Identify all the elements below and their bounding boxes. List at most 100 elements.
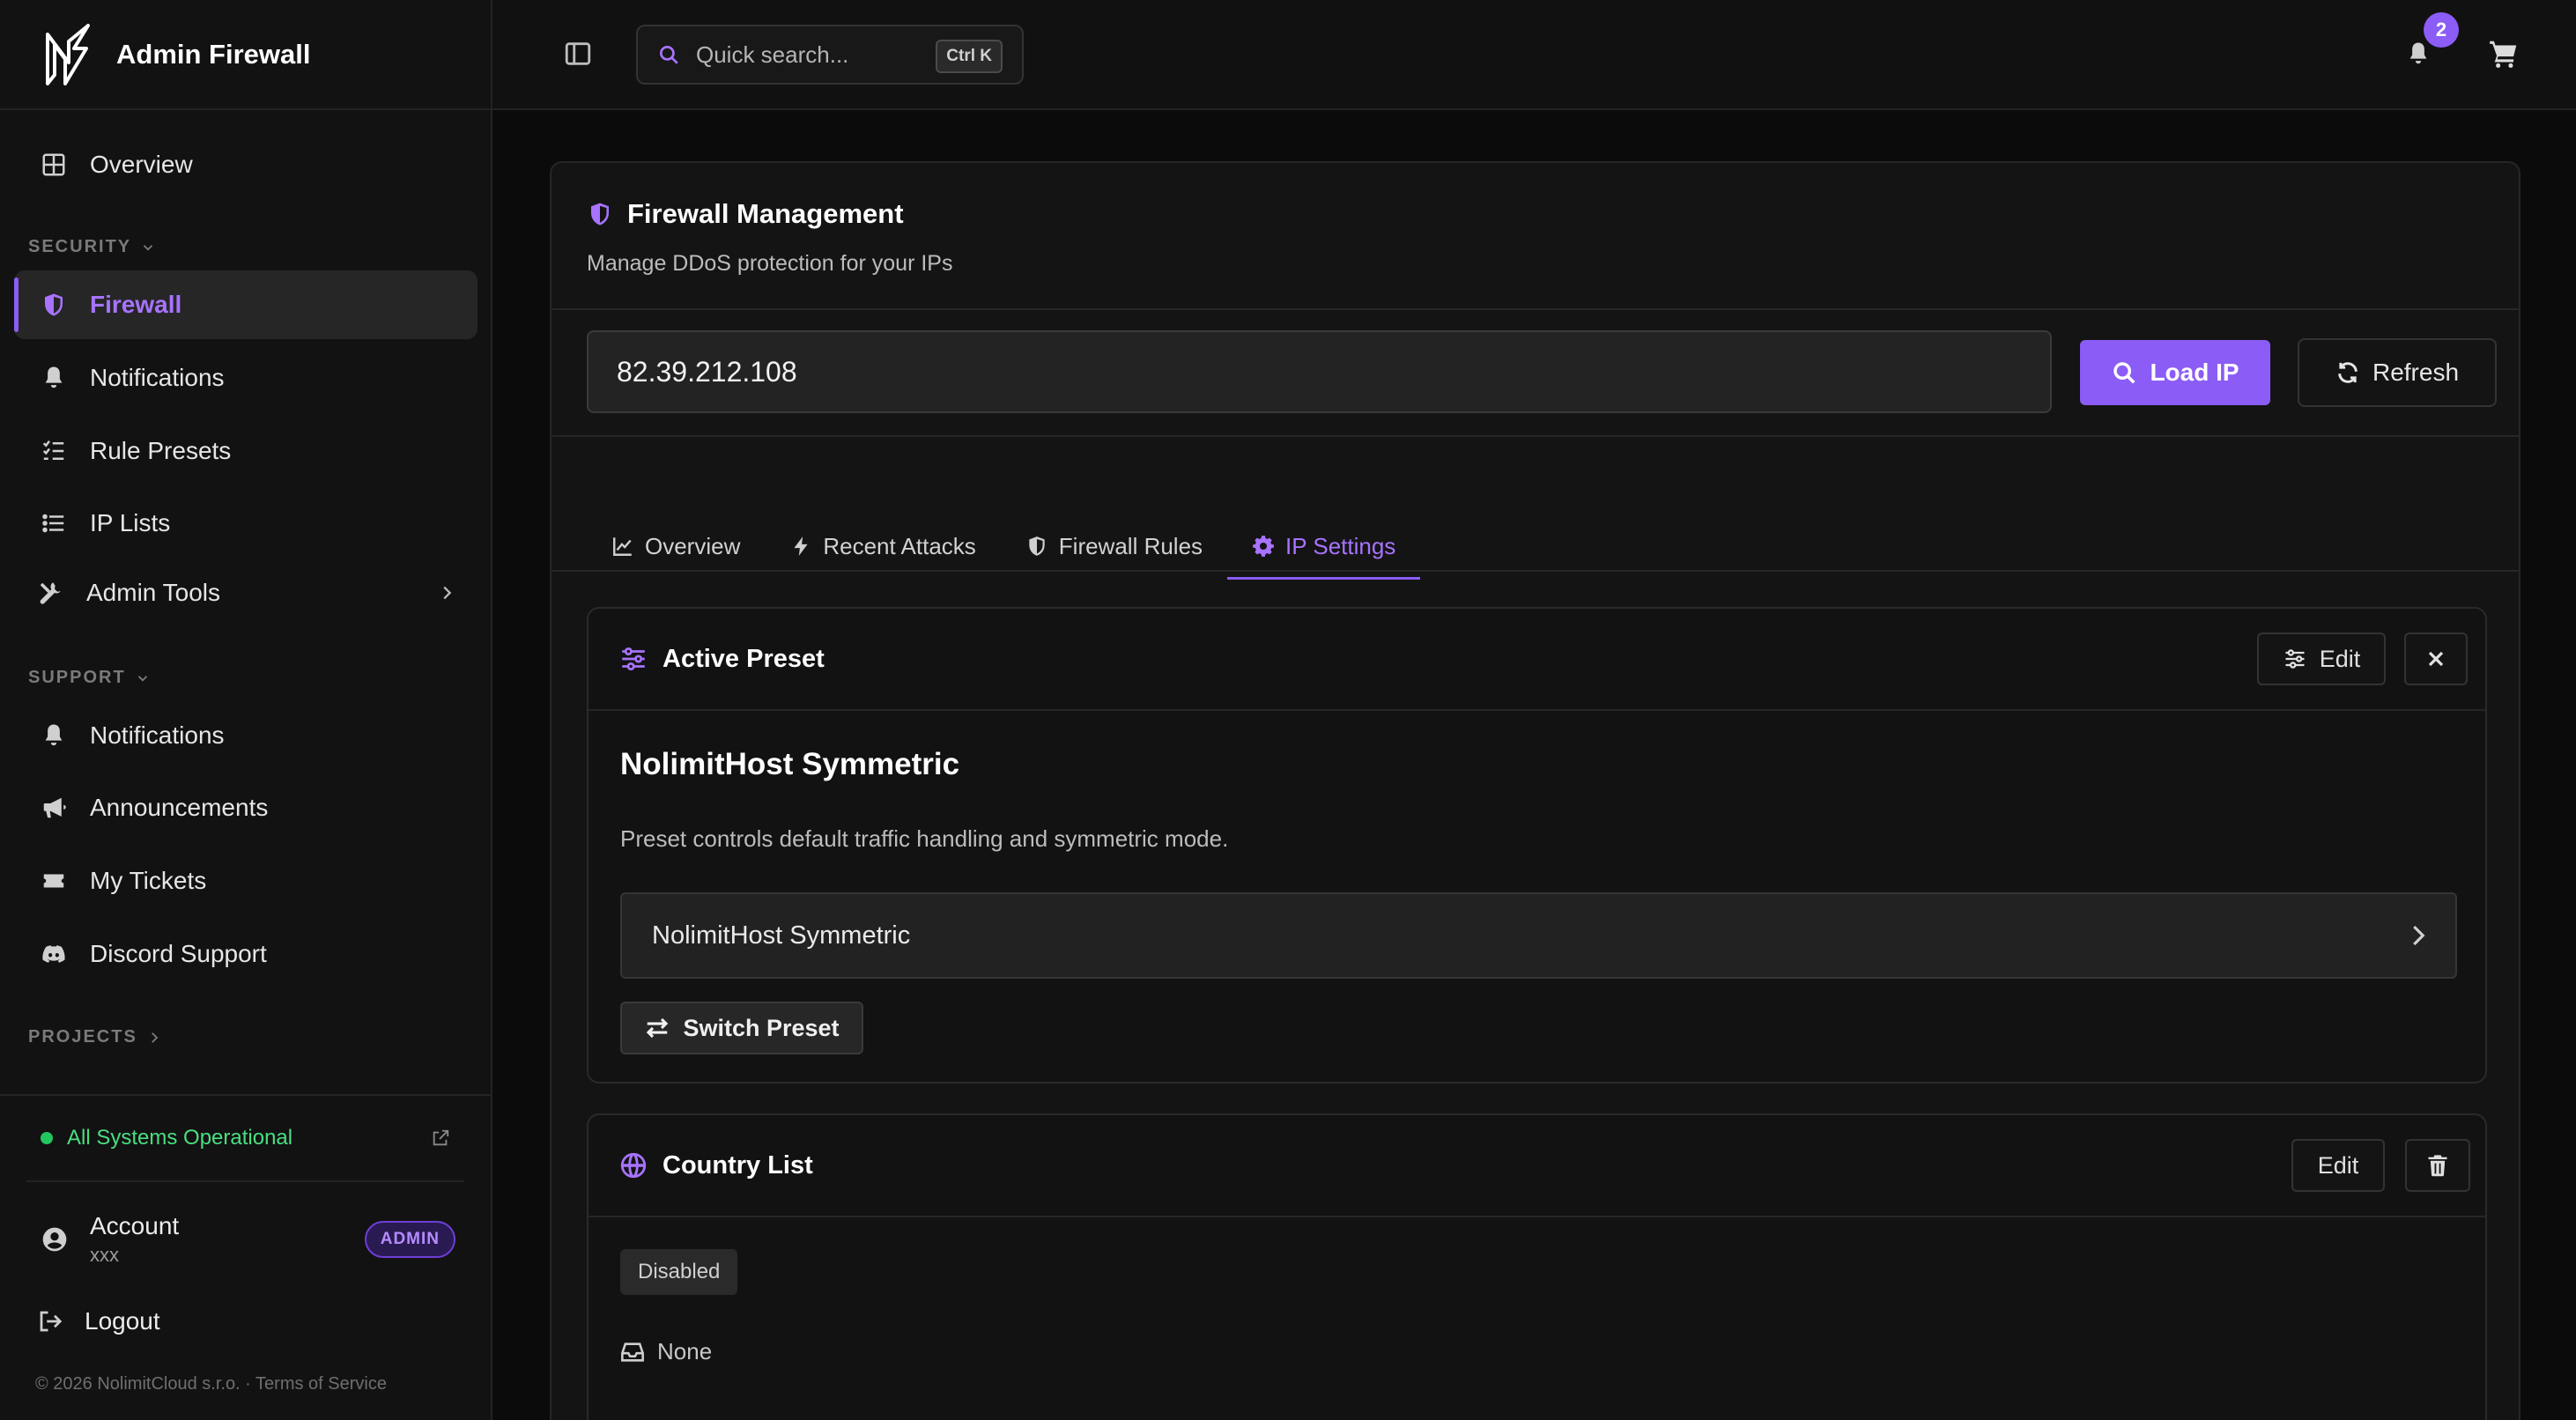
account-sub: xxx — [90, 1244, 119, 1266]
status-text: All Systems Operational — [67, 1126, 293, 1150]
ip-input[interactable] — [587, 330, 2052, 413]
bell-icon[interactable] — [2405, 41, 2432, 67]
external-link-icon — [433, 1129, 449, 1146]
brand-logo-icon — [46, 23, 90, 85]
account[interactable]: Account xxx ADMIN — [41, 1209, 455, 1270]
chevron-right-icon — [2413, 925, 2425, 946]
section-label: SECURITY — [28, 237, 132, 256]
country-list-value: None — [620, 1338, 712, 1365]
sidebar-item-overview[interactable]: Overview — [14, 130, 477, 199]
list-icon — [42, 514, 64, 533]
refresh-label: Refresh — [2372, 359, 2460, 386]
sidebar-item-admin-tools[interactable]: Admin Tools — [14, 558, 477, 627]
tab-label: Recent Attacks — [823, 532, 976, 559]
card-subtitle: Manage DDoS protection for your IPs — [587, 251, 953, 276]
country-list-panel: Country List Edit Disabled None — [587, 1113, 2487, 1420]
panel-title-text: Active Preset — [663, 644, 825, 673]
trash-icon — [2428, 1155, 2447, 1177]
account-info: Account xxx — [90, 1212, 179, 1267]
tab-overview[interactable]: Overview — [587, 520, 765, 573]
load-ip-button[interactable]: Load IP — [2080, 340, 2270, 405]
cart-icon[interactable] — [2487, 37, 2520, 70]
section-label: PROJECTS — [28, 1027, 137, 1047]
sidebar-toggle-icon[interactable] — [563, 39, 593, 69]
sliders-icon — [2285, 649, 2305, 669]
tab-recent-attacks[interactable]: Recent Attacks — [765, 520, 1000, 573]
gear-icon — [1253, 536, 1274, 557]
edit-label: Edit — [2319, 645, 2361, 672]
refresh-button[interactable]: Refresh — [2298, 338, 2497, 407]
section-support[interactable]: SUPPORT — [28, 668, 151, 688]
remove-preset-button[interactable] — [2404, 632, 2468, 685]
chevron-down-icon — [137, 675, 147, 682]
active-preset-panel: Active Preset Edit NolimitHost Symmetric… — [587, 607, 2487, 1083]
sidebar-item-label: IP Lists — [90, 509, 171, 536]
search-icon — [659, 45, 678, 64]
inbox-icon — [621, 1342, 644, 1362]
panel-header: Country List Edit — [588, 1115, 2485, 1217]
chevron-right-icon — [443, 586, 452, 600]
sidebar-item-ip-lists[interactable]: IP Lists — [14, 489, 477, 558]
sidebar-item-rule-presets[interactable]: Rule Presets — [14, 417, 477, 485]
sidebar-item-firewall[interactable]: Firewall — [14, 270, 477, 339]
notification-count-badge: 2 — [2424, 12, 2459, 48]
logout-button[interactable]: Logout — [37, 1304, 160, 1339]
brand-title: Admin Firewall — [116, 38, 311, 70]
edit-country-list-button[interactable]: Edit — [2291, 1139, 2385, 1192]
role-badge: ADMIN — [364, 1221, 455, 1258]
panel-header: Active Preset Edit — [588, 609, 2485, 711]
load-ip-label: Load IP — [2150, 359, 2239, 386]
panel-title-text: Country List — [663, 1150, 813, 1180]
sidebar-item-label: Admin Tools — [86, 579, 221, 606]
sidebar-item-label: Overview — [90, 151, 193, 178]
preset-description: Preset controls default traffic handling… — [620, 825, 1229, 852]
tab-label: Overview — [645, 532, 741, 559]
section-label: SUPPORT — [28, 668, 126, 687]
sidebar: Admin Firewall Overview SECURITY Firewal… — [0, 0, 492, 1420]
tab-ip-settings[interactable]: IP Settings — [1227, 520, 1421, 580]
status-dot — [41, 1132, 53, 1144]
sidebar-item-announcements[interactable]: Announcements — [14, 773, 477, 842]
edit-preset-button[interactable]: Edit — [2257, 632, 2386, 685]
megaphone-icon — [43, 797, 66, 818]
tools-icon — [40, 582, 61, 604]
logout-label: Logout — [85, 1307, 160, 1335]
delete-country-list-button[interactable] — [2405, 1139, 2470, 1192]
quick-search[interactable]: Ctrl K — [636, 25, 1024, 85]
shield-icon — [45, 293, 63, 316]
switch-preset-label: Switch Preset — [683, 1014, 840, 1041]
tab-label: IP Settings — [1285, 532, 1396, 559]
bolt-icon — [794, 536, 808, 556]
section-projects[interactable]: PROJECTS — [28, 1027, 162, 1047]
brand[interactable]: Admin Firewall — [0, 0, 491, 110]
section-security[interactable]: SECURITY — [28, 237, 156, 257]
swap-icon — [647, 1017, 669, 1039]
system-status[interactable]: All Systems Operational — [41, 1120, 450, 1156]
edit-label: Edit — [2317, 1151, 2359, 1179]
preset-select-value: NolimitHost Symmetric — [652, 921, 911, 950]
sliders-icon — [622, 647, 645, 671]
chevron-right-icon — [151, 1032, 159, 1043]
bell-icon — [45, 366, 63, 388]
globe-icon — [620, 1152, 647, 1179]
sidebar-item-discord-support[interactable]: Discord Support — [14, 920, 477, 988]
divider — [551, 435, 2519, 437]
account-name: Account — [90, 1212, 180, 1239]
card-header: Firewall Management Manage DDoS protecti… — [587, 198, 952, 277]
sidebar-item-label: My Tickets — [90, 867, 207, 894]
panel-title: Country List — [618, 1150, 813, 1180]
status-badge: Disabled — [620, 1249, 738, 1295]
sidebar-item-my-tickets[interactable]: My Tickets — [14, 847, 477, 915]
search-input[interactable] — [696, 41, 925, 69]
sidebar-item-label: Announcements — [90, 794, 269, 821]
search-shortcut: Ctrl K — [936, 40, 1003, 73]
tab-firewall-rules[interactable]: Firewall Rules — [1001, 520, 1227, 573]
footer-text: © 2026 NolimitCloud s.r.o. · Terms of Se… — [35, 1374, 387, 1394]
ticket-icon — [43, 874, 64, 888]
topbar: Ctrl K 2 — [492, 0, 2576, 110]
card-title-text: Firewall Management — [627, 198, 904, 229]
sidebar-item-support-notifications[interactable]: Notifications — [14, 701, 477, 770]
sidebar-item-notifications[interactable]: Notifications — [14, 344, 477, 412]
preset-select[interactable]: NolimitHost Symmetric — [620, 892, 2457, 979]
switch-preset-button[interactable]: Switch Preset — [620, 1002, 863, 1054]
